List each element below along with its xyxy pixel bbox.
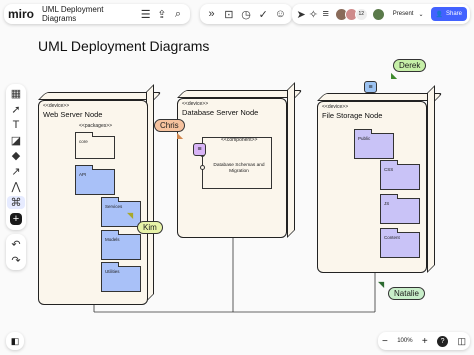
cursor-tag-kim: Kim — [137, 221, 163, 234]
package-css[interactable]: CSS — [380, 160, 420, 190]
package-label: core — [79, 139, 88, 144]
package-label: Public — [358, 136, 371, 141]
cursor-arrow-icon: ◣ — [177, 131, 184, 140]
package-label: JS — [384, 201, 390, 206]
zoom-level[interactable]: 100% — [397, 338, 412, 344]
cursor-arrow-icon: ◥ — [127, 211, 134, 220]
package-label: Models — [105, 237, 120, 242]
package-models[interactable]: Models — [101, 230, 141, 260]
zoom-in-button[interactable]: + — [422, 336, 428, 347]
node-3d-top — [177, 90, 303, 98]
help-icon: ? — [440, 337, 445, 345]
sidebar-toggle-icon: ◧ — [10, 335, 20, 346]
comment-icon[interactable]: ≡ — [193, 143, 206, 156]
package-utilities[interactable]: Utilities — [101, 262, 141, 292]
node-3d-side — [427, 85, 435, 273]
component-box[interactable]: <<component>> Database Schemas and Migra… — [200, 137, 272, 189]
package-js[interactable]: JS — [380, 194, 420, 224]
node-title[interactable]: Web Server Node — [43, 110, 102, 119]
component-stereotype: <<component>> — [221, 137, 258, 143]
package-label: Utilities — [105, 269, 120, 274]
component-port — [200, 165, 205, 170]
file-storage-node[interactable]: <<device>> File Storage Node Public CSS … — [317, 101, 427, 273]
node-stereotype: <<device>> — [322, 104, 349, 110]
package-label: CSS — [384, 167, 394, 172]
cursor-arrow-icon: ◣ — [391, 71, 398, 80]
collapse-icon[interactable]: ◫ — [457, 336, 466, 347]
package-label: API — [79, 172, 87, 177]
zoom-out-button[interactable]: − — [382, 336, 388, 347]
web-server-node[interactable]: <<device>> Web Server Node <<packages>> … — [38, 100, 148, 305]
node-3d-top — [317, 93, 443, 101]
comment-icon[interactable]: ≡ — [364, 81, 377, 93]
cursor-arrow-icon: ◥ — [378, 280, 385, 289]
help-button[interactable]: ? — [437, 335, 449, 347]
package-services[interactable]: Services — [101, 197, 141, 227]
component-label[interactable]: Database Schemas and Migration — [213, 163, 265, 176]
cursor-tag-natalie: Natalie — [388, 287, 425, 300]
frames-panel-button[interactable]: ◧ — [6, 332, 24, 350]
package-label: Content — [384, 235, 400, 240]
package-api[interactable]: API — [75, 165, 115, 195]
node-title[interactable]: File Storage Node — [322, 111, 382, 120]
package-content[interactable]: Content — [380, 228, 420, 258]
zoom-controls: − 100% + ? ◫ — [378, 332, 470, 350]
package-label: Services — [105, 204, 123, 209]
cursor-tag-chris: Chris — [154, 119, 185, 132]
node-stereotype: <<device>> — [43, 103, 70, 109]
database-server-node[interactable]: <<device>> Database Server Node <<compon… — [177, 98, 287, 238]
package-public[interactable]: Public — [354, 129, 394, 159]
cursor-tag-derek: Derek — [393, 59, 427, 72]
node-3d-side — [287, 82, 295, 238]
node-3d-top — [38, 92, 162, 100]
package-core[interactable]: core — [75, 132, 115, 159]
node-title[interactable]: Database Server Node — [182, 108, 258, 117]
node-stereotype: <<device>> — [182, 101, 209, 107]
packages-stereotype: <<packages>> — [79, 123, 113, 129]
board-canvas[interactable]: miro UML Deployment Diagrams ☰ ⇪ ⌕ » ⊡ ◷… — [0, 0, 474, 355]
